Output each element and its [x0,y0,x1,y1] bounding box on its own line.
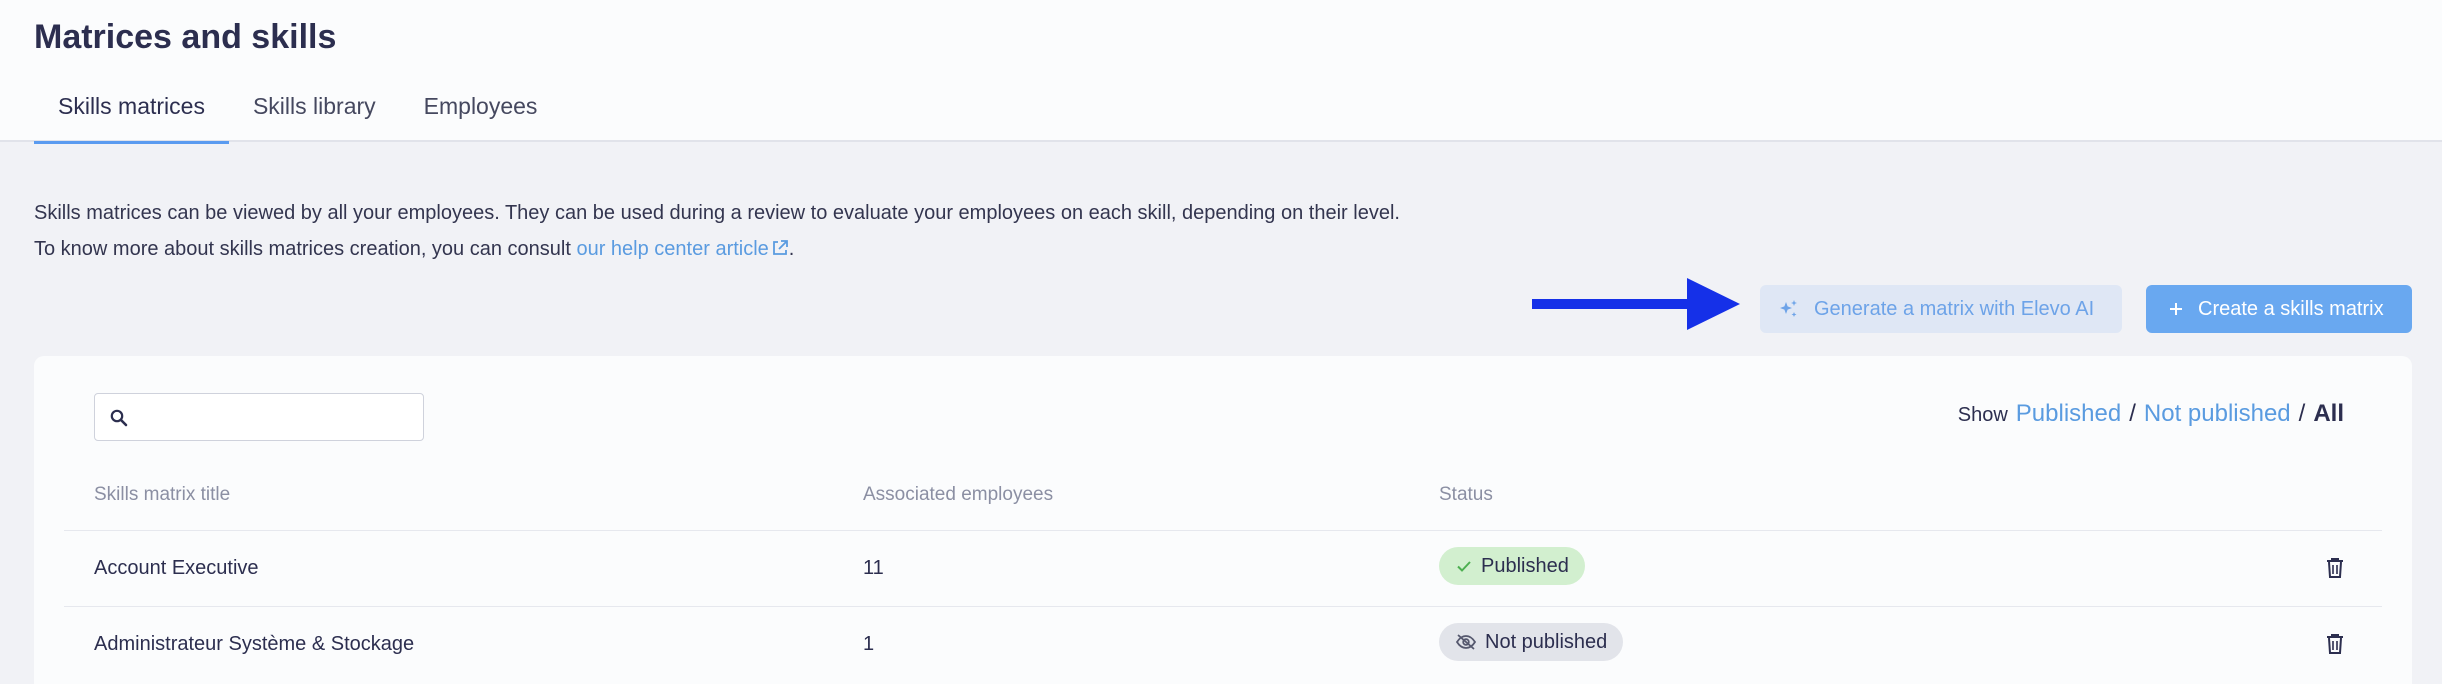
intro-line-2: To know more about skills matrices creat… [34,231,1400,269]
filter-not-published[interactable]: Not published [2144,400,2291,428]
filter-show-label: Show [1957,404,2008,426]
check-icon [1455,557,1473,575]
table-row[interactable]: Administrateur Système & Stockage 1 Not … [64,606,2382,682]
status-badge: Not published [1439,623,1624,661]
filter-separator: / [2129,400,2136,427]
trash-icon[interactable] [2326,557,2344,584]
tab-bar: Skills matrices Skills library Employees [34,92,562,144]
arrow-annotation-icon [1532,278,1740,330]
page-header: Matrices and skills Skills matrices Skil… [0,0,2442,144]
intro-text: Skills matrices can be viewed by all you… [34,195,1400,269]
search-input[interactable] [135,402,415,432]
matrix-title: Administrateur Système & Stockage [94,633,415,655]
help-center-link[interactable]: our help center article [576,238,788,260]
filter-published[interactable]: Published [2016,400,2121,428]
intro-line-2-suffix: . [788,238,795,260]
eye-off-icon [1455,633,1477,651]
status-badge: Published [1439,547,1585,585]
column-header-status: Status [1439,484,1493,505]
plus-icon [2168,301,2184,317]
trash-icon[interactable] [2326,633,2344,660]
search-box [94,393,424,441]
status-badge-label: Not published [1485,630,1608,653]
tab-employees[interactable]: Employees [400,92,562,142]
matrices-card: Show Published / Not published / All Ski… [34,356,2412,684]
intro-line-1: Skills matrices can be viewed by all you… [34,202,1400,224]
tab-skills-library[interactable]: Skills library [229,92,400,142]
filter-all[interactable]: All [2313,400,2344,428]
search-icon [109,408,129,433]
sparkle-icon [1778,298,1800,320]
external-link-icon [771,233,789,269]
intro-line-2-prefix: To know more about skills matrices creat… [34,238,577,260]
status-filter: Show Published / Not published / All [1958,400,2344,428]
column-header-title: Skills matrix title [94,484,231,505]
tab-skills-matrices[interactable]: Skills matrices [34,92,229,144]
table-row[interactable]: Account Executive 11 Published [64,530,2382,606]
column-header-employees: Associated employees [863,484,1054,505]
create-skills-matrix-button[interactable]: Create a skills matrix [2146,285,2412,333]
associated-employees-count: 11 [863,557,884,579]
page-title: Matrices and skills [34,18,337,56]
help-center-link-label: our help center article [576,238,769,260]
create-skills-matrix-label: Create a skills matrix [2198,297,2384,320]
generate-ai-matrix-label: Generate a matrix with Elevo AI [1814,297,2095,320]
status-badge-label: Published [1481,554,1569,577]
matrix-title: Account Executive [94,557,259,579]
filter-separator: / [2298,400,2306,427]
generate-ai-matrix-button[interactable]: Generate a matrix with Elevo AI [1760,285,2122,333]
associated-employees-count: 1 [863,633,875,655]
